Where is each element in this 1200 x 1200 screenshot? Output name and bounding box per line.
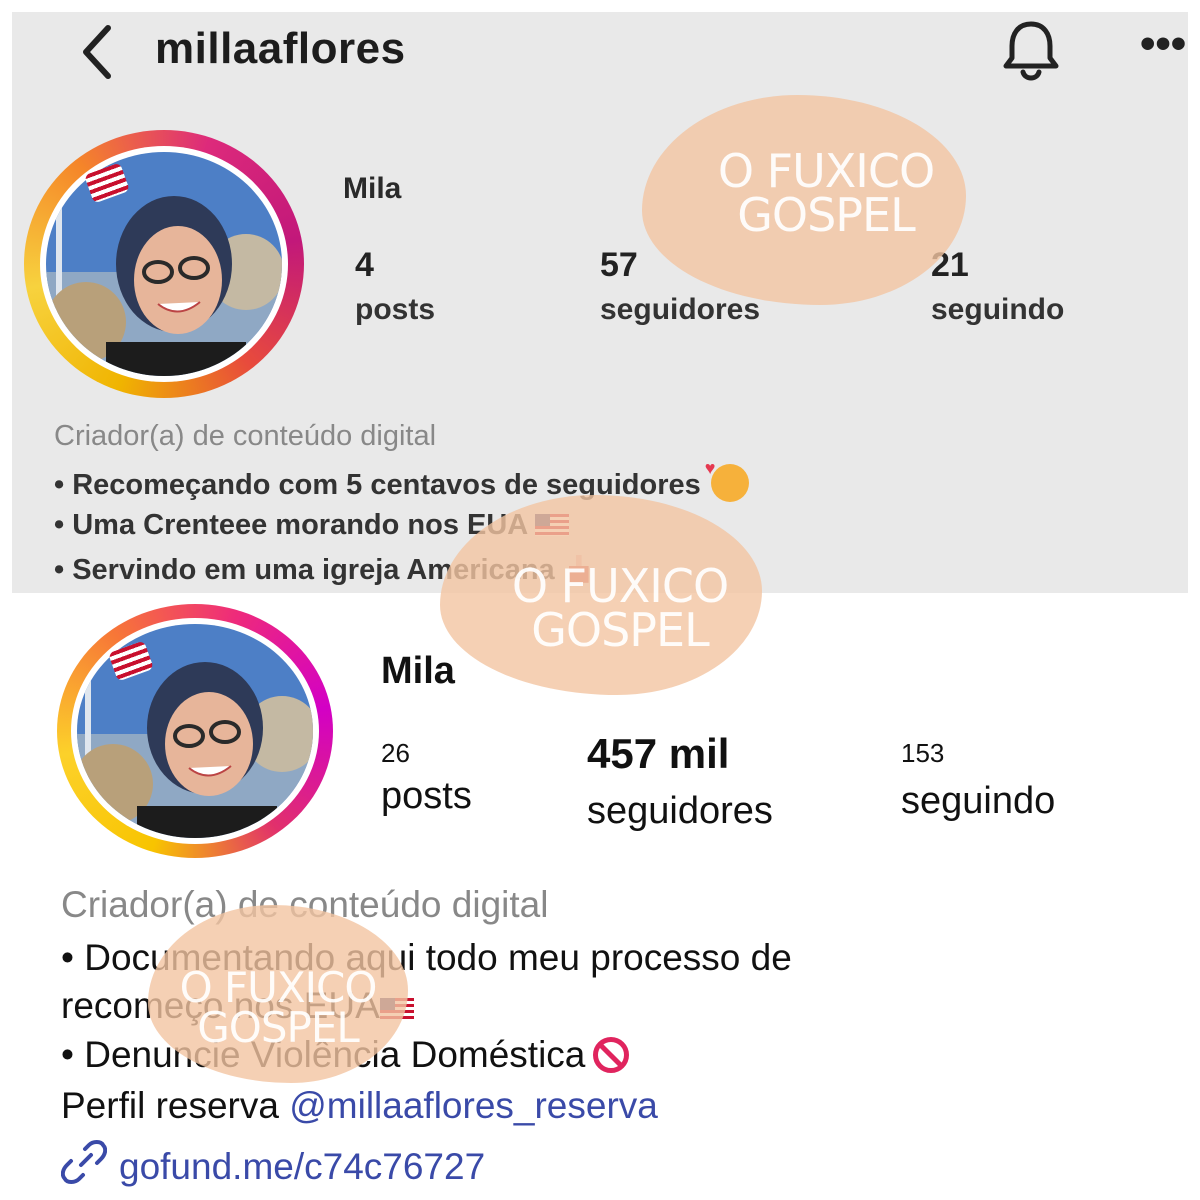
backup-prefix: Perfil reserva bbox=[61, 1085, 290, 1126]
hearts-face-icon bbox=[705, 458, 749, 502]
new-followers-label[interactable]: seguidores bbox=[587, 790, 773, 833]
new-followers-count[interactable]: 457 mil bbox=[587, 730, 729, 778]
watermark-line-1: O FUXICO bbox=[179, 963, 378, 1012]
new-posts-label[interactable]: posts bbox=[381, 775, 472, 818]
watermark-line-2: GOSPEL bbox=[531, 602, 709, 657]
old-followers-count[interactable]: 57 bbox=[600, 246, 638, 285]
watermark-line-2: GOSPEL bbox=[737, 187, 915, 242]
watermark-text: O FUXICO GOSPEL bbox=[706, 148, 946, 242]
link-icon bbox=[60, 1140, 108, 1184]
old-bio-line-1: • Recomeçando com 5 centavos de seguidor… bbox=[54, 458, 749, 502]
no-entry-icon bbox=[593, 1037, 630, 1073]
old-posts-label[interactable]: posts bbox=[355, 293, 435, 327]
watermark-line-2: GOSPEL bbox=[197, 1002, 360, 1052]
bell-icon[interactable] bbox=[1000, 18, 1062, 84]
watermark-text: O FUXICO GOSPEL bbox=[168, 963, 388, 1052]
backup-profile-line: Perfil reserva @millaaflores_reserva bbox=[61, 1085, 658, 1127]
old-category: Criador(a) de conteúdo digital bbox=[54, 420, 437, 452]
gofundme-link-text[interactable]: gofund.me/c74c76727 bbox=[119, 1146, 485, 1187]
old-following-label[interactable]: seguindo bbox=[931, 293, 1064, 327]
more-options-icon[interactable]: ••• bbox=[1140, 22, 1186, 66]
new-posts-count[interactable]: 26 bbox=[381, 738, 410, 769]
watermark-text: O FUXICO GOSPEL bbox=[500, 563, 740, 657]
old-bio-line-2-text: • Uma Crenteee morando nos EUA bbox=[54, 509, 528, 541]
back-chevron-icon[interactable] bbox=[70, 22, 130, 82]
new-following-label[interactable]: seguindo bbox=[901, 780, 1055, 823]
new-following-count[interactable]: 153 bbox=[901, 738, 944, 769]
old-followers-label[interactable]: seguidores bbox=[600, 293, 760, 327]
profile-username: millaaflores bbox=[155, 24, 406, 73]
backup-profile-mention-link[interactable]: @millaaflores_reserva bbox=[289, 1085, 658, 1126]
old-display-name: Mila bbox=[343, 172, 402, 205]
old-posts-count[interactable]: 4 bbox=[355, 246, 374, 285]
gofundme-link[interactable]: gofund.me/c74c76727 bbox=[60, 1139, 485, 1188]
new-display-name: Mila bbox=[381, 650, 455, 692]
old-avatar-photo bbox=[46, 152, 282, 376]
